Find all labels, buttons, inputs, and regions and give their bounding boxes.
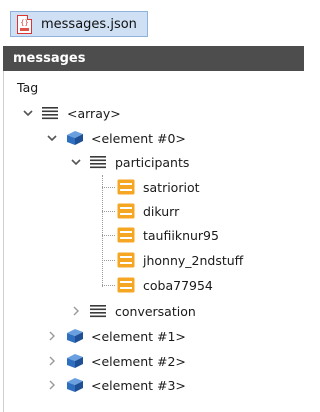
string-value-icon [116, 202, 136, 220]
tree-node-element-1[interactable]: <element #1> [45, 325, 186, 347]
tree-node-root-array[interactable]: <array> [21, 102, 121, 124]
array-icon [88, 153, 108, 171]
tree-node-label: dikurr [143, 203, 180, 219]
chevron-right-icon[interactable] [45, 378, 59, 392]
tree-node-label: <array> [67, 105, 121, 121]
string-value-icon [116, 276, 136, 294]
array-icon [88, 302, 108, 320]
chevron-right-icon[interactable] [45, 329, 59, 343]
column-header-tag[interactable]: Tag [17, 80, 38, 95]
tree-node-participant-item[interactable]: jhonny_2ndstuff [116, 249, 243, 271]
panel-title: messages [3, 46, 304, 71]
file-tab-label: messages.json [41, 16, 137, 32]
chevron-down-icon[interactable] [45, 131, 59, 145]
tree-node-label: taufiiknur95 [143, 227, 219, 243]
tree-node-conversation[interactable]: conversation [69, 300, 196, 322]
tree-node-participants[interactable]: participants [69, 151, 189, 173]
chevron-right-icon[interactable] [69, 304, 83, 318]
tree-node-label: <element #2> [91, 353, 186, 369]
string-value-icon [116, 226, 136, 244]
tree-node-label: <element #1> [91, 328, 186, 344]
tree-guide-line [102, 175, 103, 287]
chevron-down-icon[interactable] [69, 155, 83, 169]
tree-node-label: satrioriot [143, 179, 200, 195]
tree-node-label: participants [115, 154, 190, 170]
object-cube-icon [64, 352, 84, 370]
object-cube-icon [64, 327, 84, 345]
tree-node-element-2[interactable]: <element #2> [45, 350, 186, 372]
tree-node-participant-item[interactable]: taufiiknur95 [116, 224, 219, 246]
json-file-icon: {} [17, 14, 32, 34]
tree-node-participant-item[interactable]: dikurr [116, 200, 179, 222]
tree-node-label: <element #0> [91, 130, 186, 146]
tab-strip: {} messages.json [0, 0, 304, 44]
file-tab[interactable]: {} messages.json [10, 11, 148, 37]
string-value-icon [116, 251, 136, 269]
tree-node-participant-item[interactable]: satrioriot [116, 176, 200, 198]
string-value-icon [116, 178, 136, 196]
object-cube-icon [64, 376, 84, 394]
tree-guide-line [102, 285, 115, 286]
tree-node-element-3[interactable]: <element #3> [45, 374, 186, 396]
tree-node-label: coba77954 [143, 277, 213, 293]
tree-node-label: conversation [115, 303, 196, 319]
tree-guide-line [102, 211, 115, 212]
tree-guide-line [102, 235, 115, 236]
tree-node-label: jhonny_2ndstuff [143, 252, 244, 268]
object-cube-icon [64, 129, 84, 147]
tree-guide-line [102, 260, 115, 261]
array-icon [40, 104, 60, 122]
tree-node-participant-item[interactable]: coba77954 [116, 274, 213, 296]
tree-node-element-0[interactable]: <element #0> [45, 127, 186, 149]
tree-node-label: <element #3> [91, 377, 186, 393]
chevron-down-icon[interactable] [21, 106, 35, 120]
chevron-right-icon[interactable] [45, 354, 59, 368]
tree-guide-line [102, 187, 115, 188]
